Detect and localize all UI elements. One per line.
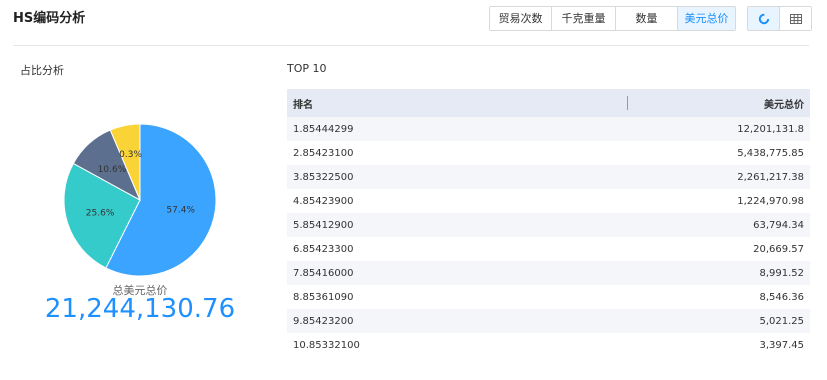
top10-table: 排名 美元总价 1.85444299 12,201,131.8 2.85423100… — [287, 89, 810, 357]
column-header-rank: 排名 — [293, 99, 313, 111]
table-row: 5.85412900 63,794.34 — [287, 213, 810, 237]
pie-slice-label: 10.6% — [98, 165, 127, 175]
table-row: 9.85423200 5,021.25 — [287, 309, 810, 333]
table-row: 1.85444299 12,201,131.8 — [287, 117, 810, 141]
pie-slice-label: 57.4% — [166, 206, 195, 216]
total-usd-value: 21,244,130.76 — [44, 294, 236, 324]
tab-trade-count[interactable]: 贸易次数 — [490, 7, 552, 30]
pie-slice-label: 25.6% — [86, 208, 115, 218]
table-row: 6.85423300 20,669.57 — [287, 237, 810, 261]
table-icon — [789, 13, 802, 24]
header-divider — [13, 45, 809, 46]
usd-total-cell: 5,438,775.85 — [737, 147, 804, 159]
pie-view-button[interactable] — [748, 7, 780, 30]
rank-cell: 6.85423300 — [293, 243, 354, 255]
table-row: 10.85332100 3,397.45 — [287, 333, 810, 357]
rank-cell: 5.85412900 — [293, 219, 354, 231]
column-resize-handle[interactable] — [627, 96, 628, 110]
tab-quantity[interactable]: 数量 — [616, 7, 678, 30]
rank-cell: 1.85444299 — [293, 123, 354, 135]
rank-cell: 4.85423900 — [293, 195, 354, 207]
rank-cell: 10.85332100 — [293, 339, 360, 351]
hs-code-analysis-page: HS编码分析 贸易次数 千克重量 数量 美元总价 占比分析 57.4% 25.6%… — [0, 0, 827, 380]
usd-total-cell: 3,397.45 — [759, 339, 804, 351]
rank-cell: 9.85423200 — [293, 315, 354, 327]
tab-usd-total[interactable]: 美元总价 — [678, 7, 735, 30]
usd-total-cell: 8,991.52 — [759, 267, 804, 279]
view-toggle-group — [747, 6, 812, 31]
table-body: 1.85444299 12,201,131.8 2.85423100 5,438,77… — [287, 117, 810, 357]
table-row: 2.85423100 5,438,775.85 — [287, 141, 810, 165]
usd-total-cell: 2,261,217.38 — [737, 171, 804, 183]
share-analysis-label: 占比分析 — [20, 64, 64, 77]
usd-total-cell: 8,546.36 — [759, 291, 804, 303]
rank-cell: 2.85423100 — [293, 147, 354, 159]
metric-tab-group: 贸易次数 千克重量 数量 美元总价 — [489, 6, 736, 31]
top10-label: TOP 10 — [287, 62, 327, 75]
pie-slice-label: 0.3% — [119, 150, 142, 160]
usd-total-cell: 5,021.25 — [759, 315, 804, 327]
tab-kg-weight[interactable]: 千克重量 — [552, 7, 616, 30]
usd-total-cell: 20,669.57 — [753, 243, 804, 255]
pie-chart-icon — [758, 13, 769, 24]
usd-total-cell: 12,201,131.8 — [737, 123, 804, 135]
usd-total-cell: 1,224,970.98 — [737, 195, 804, 207]
table-header: 排名 美元总价 — [287, 89, 810, 117]
rank-cell: 7.85416000 — [293, 267, 354, 279]
column-header-usd-total: 美元总价 — [764, 99, 804, 111]
usd-total-cell: 63,794.34 — [753, 219, 804, 231]
page-title: HS编码分析 — [13, 11, 86, 26]
table-row: 8.85361090 8,546.36 — [287, 285, 810, 309]
share-pie-chart: 57.4% 25.6% 10.6% 0.3% — [63, 123, 217, 277]
table-row: 7.85416000 8,991.52 — [287, 261, 810, 285]
table-row: 4.85423900 1,224,970.98 — [287, 189, 810, 213]
rank-cell: 8.85361090 — [293, 291, 354, 303]
rank-cell: 3.85322500 — [293, 171, 354, 183]
table-row: 3.85322500 2,261,217.38 — [287, 165, 810, 189]
table-view-button[interactable] — [780, 7, 811, 30]
